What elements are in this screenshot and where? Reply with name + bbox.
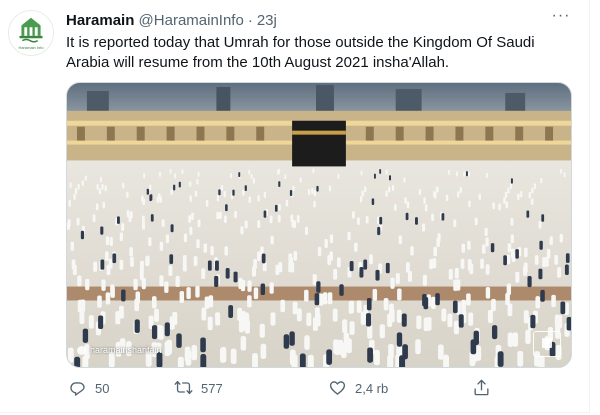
avatar-caption: Haramain Info [18, 45, 44, 50]
tweet[interactable]: Haramain Info Haramain @HaramainInfo · 23j… [0, 0, 590, 413]
like-count: 2,4 rb [355, 381, 389, 396]
share-icon [474, 379, 489, 396]
retweet-icon [174, 380, 193, 395]
kaaba [292, 120, 346, 167]
instagram-icon [77, 345, 86, 355]
reply-icon [70, 382, 85, 396]
heart-icon [329, 381, 346, 395]
tweet-photo[interactable]: haramainsharifain [66, 82, 572, 368]
haramain-logo-icon: Haramain Info [9, 11, 53, 55]
tweet-text: It is reported today that Umrah for thos… [66, 34, 535, 71]
reply-count: 50 [95, 381, 110, 396]
tweet-actions: 50 577 2,4 rb [66, 378, 506, 402]
separator-dot: · [247, 12, 253, 29]
more-options-icon[interactable]: ··· [551, 8, 571, 28]
tweet-time[interactable]: 23j [257, 12, 277, 29]
watermark-left: haramainsharifain [77, 345, 162, 355]
reply-button[interactable]: 50 [68, 378, 109, 397]
retweet-button[interactable]: 577 [174, 378, 223, 397]
share-button[interactable] [472, 378, 491, 397]
avatar[interactable]: Haramain Info [8, 10, 54, 56]
like-button[interactable]: 2,4 rb [328, 378, 388, 397]
tweet-header: Haramain @HaramainInfo · 23j [66, 12, 559, 32]
author-handle[interactable]: @HaramainInfo [139, 12, 244, 29]
watermark-logo-icon [533, 331, 561, 357]
kaaba-crowd-image [67, 83, 571, 367]
retweet-count: 577 [201, 381, 223, 396]
watermark-text: haramainsharifain [90, 345, 162, 355]
author-name[interactable]: Haramain [66, 12, 134, 29]
